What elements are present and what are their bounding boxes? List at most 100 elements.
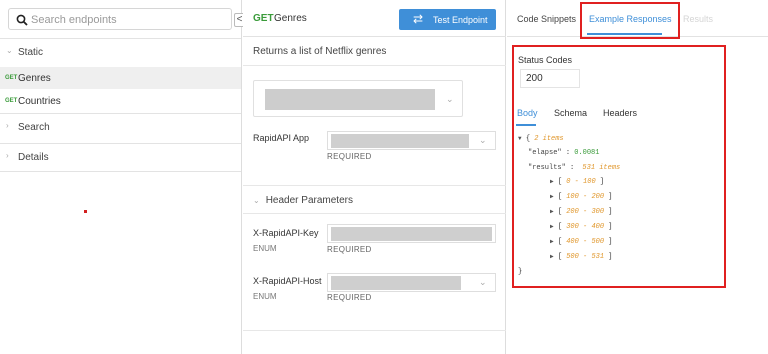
- method-badge: GET: [5, 75, 18, 81]
- json-count: 2 items: [534, 135, 564, 143]
- endpoint-header: GET Genres ⇄ Test Endpoint: [243, 0, 506, 37]
- json-range: 500 - 531: [566, 253, 605, 261]
- response-panel: Code Snippets Example Responses Results …: [507, 0, 768, 354]
- json-range-row[interactable]: ▶ [ 100 - 200 ]: [550, 193, 612, 201]
- endpoint-title: Genres: [274, 13, 307, 24]
- endpoint-panel: GET Genres ⇄ Test Endpoint Returns a lis…: [243, 0, 506, 354]
- required-label: REQUIRED: [327, 245, 372, 254]
- rapidapi-app-label: RapidAPI App: [253, 133, 310, 143]
- redacted-value: [331, 227, 492, 241]
- expand-triangle-icon: ▼: [518, 135, 522, 142]
- sidebar-group-details[interactable]: › Details: [0, 143, 241, 172]
- json-range: 400 - 500: [566, 238, 605, 246]
- json-range: 0 - 100: [566, 178, 596, 186]
- expand-triangle-icon: ▶: [550, 178, 554, 185]
- test-endpoint-button[interactable]: ⇄ Test Endpoint: [399, 9, 496, 30]
- json-range: 100 - 200: [566, 193, 605, 201]
- chevron-down-icon: ⌄: [446, 94, 454, 104]
- divider: [243, 65, 506, 66]
- rapidapi-host-label: X-RapidAPI-Host: [253, 276, 322, 286]
- json-brace: {: [525, 135, 531, 143]
- search-input[interactable]: [31, 11, 221, 28]
- rapidapi-app-select[interactable]: ⌄: [327, 131, 496, 150]
- json-bracket: [: [557, 178, 567, 186]
- example-response-box: Status Codes 200 Body Schema Headers ▼ {…: [512, 45, 726, 288]
- status-code-select[interactable]: 200: [520, 69, 580, 88]
- tab-body[interactable]: Body: [517, 108, 538, 118]
- required-label: REQUIRED: [327, 293, 372, 302]
- method-badge: GET: [5, 98, 18, 104]
- redacted-value: [265, 89, 435, 110]
- json-range-row[interactable]: ▶ [ 0 - 100 ]: [550, 178, 604, 186]
- json-bracket: [: [557, 238, 567, 246]
- expand-triangle-icon: ▶: [550, 208, 554, 215]
- chevron-down-icon: ⌄: [6, 46, 13, 55]
- json-count: 531 items: [582, 164, 621, 172]
- json-key: "results": [528, 164, 566, 172]
- json-colon: :: [565, 149, 575, 157]
- tab-code-snippets[interactable]: Code Snippets: [517, 14, 576, 24]
- json-bracket: [: [557, 208, 567, 216]
- endpoint-sidebar: ⌄ Static GET Genres GET Countries › Sear…: [0, 0, 242, 354]
- endpoint-description: Returns a list of Netflix genres: [253, 46, 387, 57]
- json-range: 300 - 400: [566, 223, 605, 231]
- header-parameters-toggle[interactable]: ⌄ Header Parameters: [253, 195, 353, 206]
- highlight-box: [580, 2, 680, 39]
- expand-triangle-icon: ▶: [550, 238, 554, 245]
- tab-schema[interactable]: Schema: [554, 108, 587, 118]
- search-icon: [16, 14, 28, 26]
- json-key: "elapse": [528, 149, 562, 157]
- tab-results[interactable]: Results: [683, 14, 713, 24]
- json-bracket: [: [557, 253, 567, 261]
- sidebar-item-countries[interactable]: GET Countries: [0, 90, 241, 112]
- rapidapi-host-select[interactable]: ⌄: [327, 273, 496, 292]
- json-range-row[interactable]: ▶ [ 300 - 400 ]: [550, 223, 612, 231]
- chevron-down-icon: ⌄: [479, 277, 487, 287]
- divider: [243, 330, 506, 331]
- json-brace: }: [518, 268, 523, 276]
- search-box[interactable]: [8, 8, 232, 30]
- json-bracket: [: [557, 193, 567, 201]
- json-row-elapse: "elapse" : 0.0081: [528, 149, 599, 157]
- chevron-right-icon: ›: [6, 121, 9, 130]
- rapidapi-host-type: ENUM: [253, 292, 277, 301]
- sidebar-group-search[interactable]: › Search: [0, 113, 241, 141]
- sidebar-item-label: Genres: [18, 73, 51, 84]
- json-bracket: [: [557, 223, 567, 231]
- json-range-row[interactable]: ▶ [ 400 - 500 ]: [550, 238, 612, 246]
- sidebar-group-static[interactable]: ⌄ Static: [0, 38, 241, 66]
- rapidapi-key-type: ENUM: [253, 244, 277, 253]
- json-range: 200 - 300: [566, 208, 605, 216]
- redacted-value: [331, 276, 461, 290]
- expand-triangle-icon: ▶: [550, 193, 554, 200]
- divider: [243, 213, 506, 214]
- sidebar-group-label: Search: [18, 122, 50, 133]
- json-number: 0.0081: [574, 149, 600, 157]
- json-bracket: ]: [604, 193, 613, 201]
- json-bracket: ]: [604, 208, 613, 216]
- json-range-row[interactable]: ▶ [ 500 - 531 ]: [550, 253, 612, 261]
- expand-triangle-icon: ▶: [550, 253, 554, 260]
- header-parameters-label: Header Parameters: [265, 195, 353, 206]
- status-codes-label: Status Codes: [518, 55, 573, 65]
- json-root[interactable]: ▼ { 2 items: [518, 135, 564, 143]
- sidebar-group-label: Details: [18, 152, 49, 163]
- cursor-marker: [84, 210, 87, 213]
- method-badge: GET: [253, 13, 274, 24]
- json-bracket: ]: [595, 178, 605, 186]
- account-select[interactable]: ⌄: [253, 80, 463, 117]
- json-colon: :: [570, 164, 579, 172]
- chevron-down-icon: ⌄: [253, 196, 260, 205]
- json-range-row[interactable]: ▶ [ 200 - 300 ]: [550, 208, 612, 216]
- test-endpoint-label: Test Endpoint: [433, 15, 488, 25]
- sidebar-item-label: Countries: [18, 96, 61, 107]
- chevron-right-icon: ›: [6, 151, 9, 160]
- json-row-results[interactable]: "results" : 531 items: [528, 164, 620, 172]
- json-close-brace: }: [518, 268, 522, 276]
- tab-headers[interactable]: Headers: [603, 108, 637, 118]
- json-bracket: ]: [604, 223, 613, 231]
- rapidapi-key-input[interactable]: [327, 224, 496, 243]
- sidebar-item-genres[interactable]: GET Genres: [0, 67, 241, 89]
- chevron-down-icon: ⌄: [479, 135, 487, 145]
- swap-arrows-icon: ⇄: [413, 12, 424, 26]
